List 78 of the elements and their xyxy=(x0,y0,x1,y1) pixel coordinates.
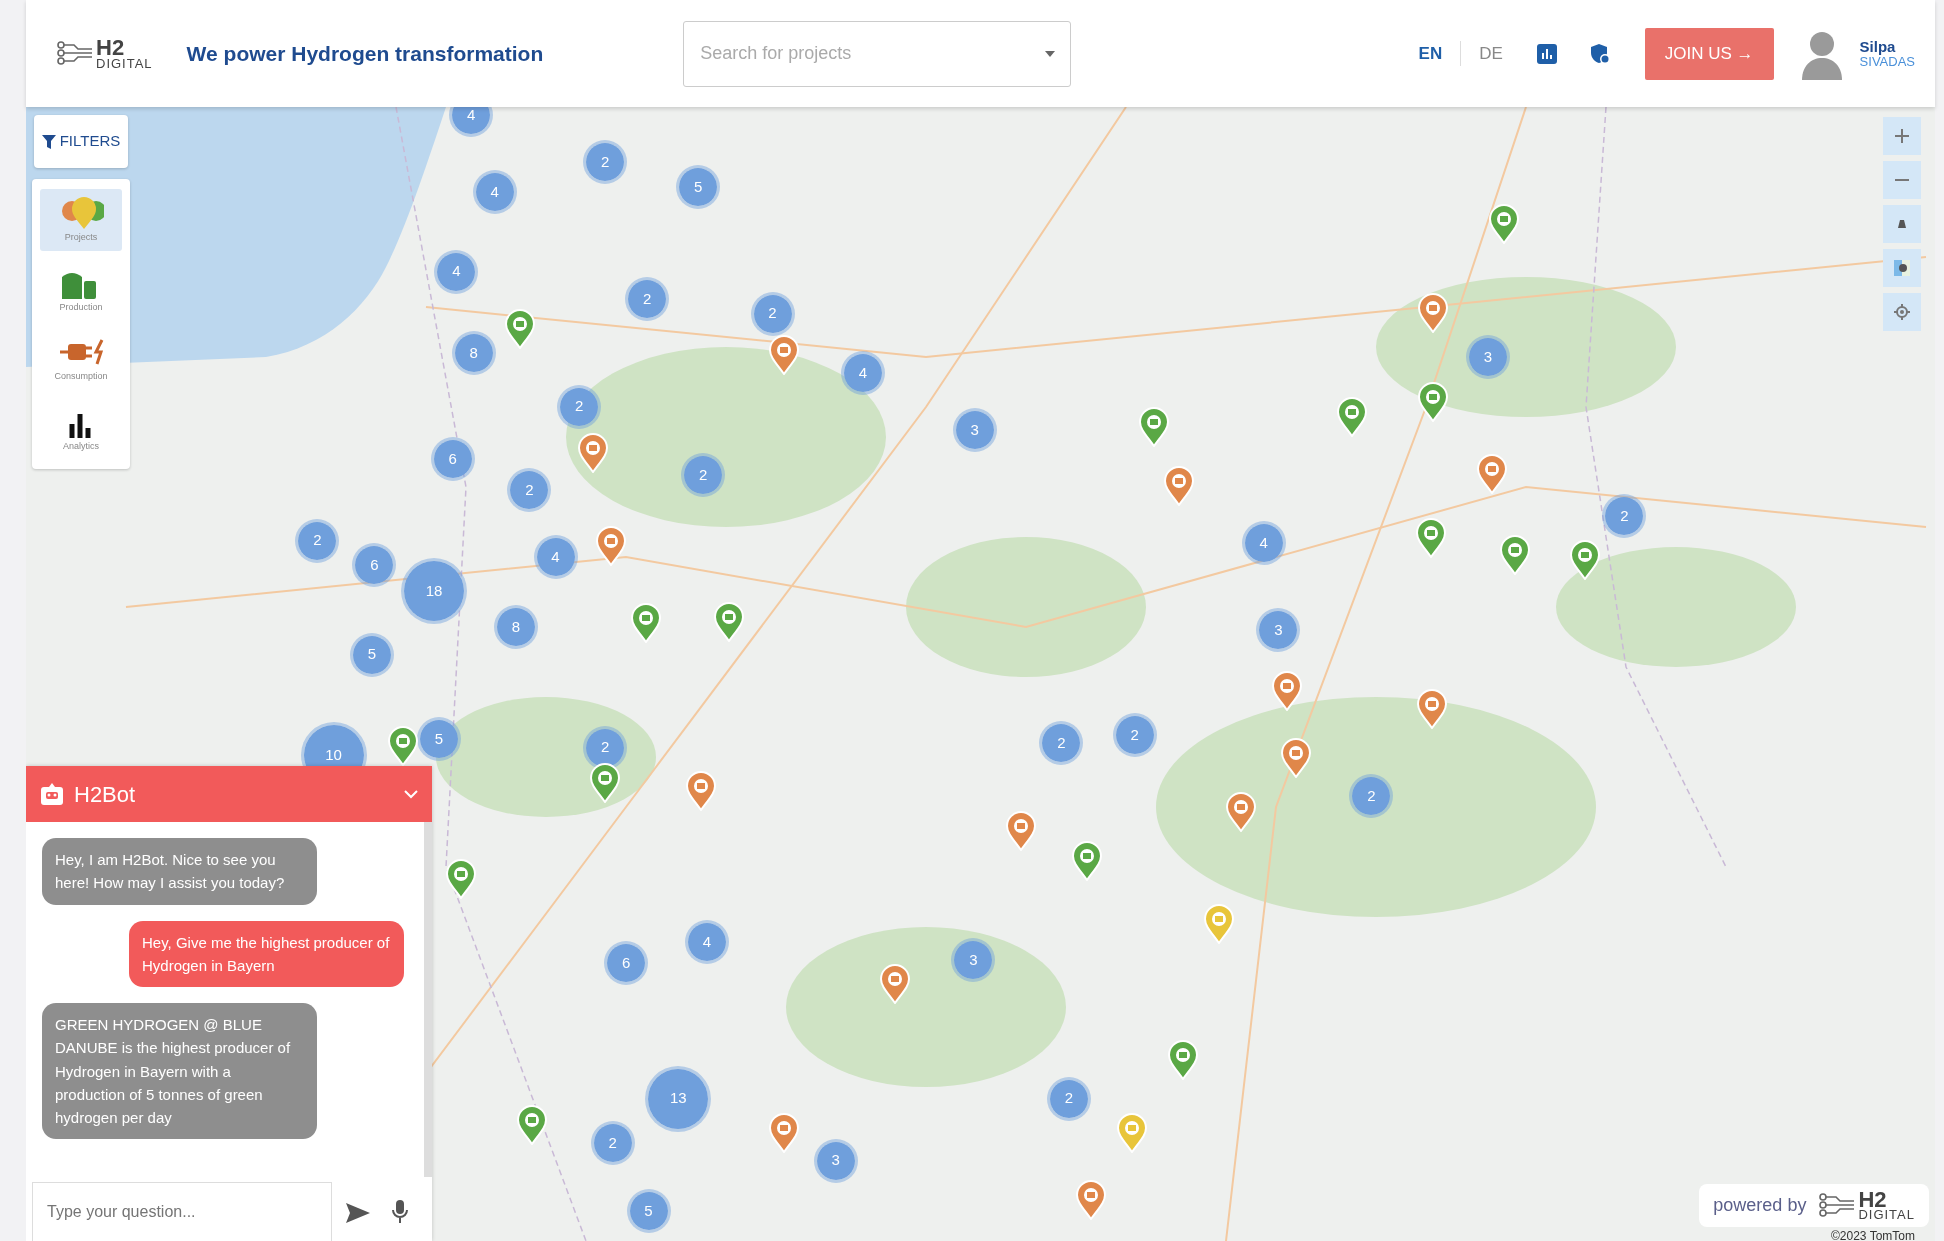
sidebar-item[interactable]: Projects xyxy=(40,189,122,251)
tagline: We power Hydrogen transformation xyxy=(186,40,544,67)
production-pin-icon[interactable] xyxy=(515,1105,548,1146)
hydrogen-pin-icon[interactable] xyxy=(1116,1112,1149,1153)
consumption-pin-icon[interactable] xyxy=(595,526,628,567)
production-pin-icon[interactable] xyxy=(1166,1039,1199,1080)
consumption-pin-icon[interactable] xyxy=(684,770,717,811)
microphone-button[interactable] xyxy=(392,1199,408,1225)
caret-icon xyxy=(1045,50,1056,57)
consumption-pin-icon[interactable] xyxy=(1416,688,1449,729)
production-pin-icon[interactable] xyxy=(445,858,478,899)
consumption-pin-icon[interactable] xyxy=(1075,1179,1108,1220)
map-style-button[interactable] xyxy=(1883,249,1921,287)
consumption-pin-icon[interactable] xyxy=(1271,671,1304,712)
locate-button[interactable] xyxy=(1883,293,1921,331)
production-pin-icon[interactable] xyxy=(1499,534,1532,575)
filters-button[interactable]: FILTERS xyxy=(34,115,128,168)
user-message: Hey, Give me the highest producer of Hydrogen in Bayern xyxy=(129,920,404,987)
production-pin-icon[interactable] xyxy=(1414,517,1447,558)
circuit-icon xyxy=(1818,1191,1855,1220)
production-pin-icon[interactable] xyxy=(713,601,746,642)
powered-by-badge: powered by H2 DIGITAL xyxy=(1699,1183,1929,1227)
logo-text: DIGITAL xyxy=(96,57,153,70)
consumption-pin-icon[interactable] xyxy=(1279,738,1312,779)
minus-icon xyxy=(1894,178,1910,182)
shield-button[interactable] xyxy=(1588,41,1611,66)
production-pin-icon[interactable] xyxy=(1071,841,1104,882)
shield-icon xyxy=(1588,43,1611,66)
microphone-icon xyxy=(392,1200,408,1225)
analytics-button[interactable] xyxy=(1536,41,1557,66)
bar-chart-icon xyxy=(1536,44,1557,65)
language-tab[interactable]: EN xyxy=(1400,40,1462,67)
search-field[interactable]: Search for projects xyxy=(683,20,1072,87)
circuit-icon xyxy=(56,39,92,68)
logo-text: DIGITAL xyxy=(1858,1209,1915,1221)
consumption-pin-icon[interactable] xyxy=(767,1112,800,1153)
sidebar-item[interactable]: Production xyxy=(40,258,122,320)
consumption-pin-icon[interactable] xyxy=(576,433,609,474)
user-first-name: Silpa xyxy=(1859,38,1897,55)
production-pin-icon[interactable] xyxy=(630,603,663,644)
chatbot-title: H2Bot xyxy=(74,780,137,809)
locate-icon xyxy=(1894,304,1910,320)
consumption-pin-icon[interactable] xyxy=(1417,293,1450,334)
production-pin-icon[interactable] xyxy=(1138,407,1171,448)
send-icon xyxy=(346,1202,370,1223)
chevron-down-icon xyxy=(404,790,418,800)
consumption-pin-icon[interactable] xyxy=(767,335,800,376)
funnel-icon xyxy=(41,134,56,149)
question-field[interactable]: Type your question... xyxy=(32,1182,332,1241)
consumption-pin-icon[interactable] xyxy=(879,964,912,1004)
robot-icon xyxy=(40,783,64,805)
send-button[interactable] xyxy=(346,1200,370,1224)
sidebar-item[interactable]: Analytics xyxy=(40,397,122,459)
production-pin-icon[interactable] xyxy=(1417,382,1450,423)
consumption-pin-icon[interactable] xyxy=(1475,454,1508,495)
logo-text: H2 xyxy=(96,37,125,58)
production-pin-icon[interactable] xyxy=(387,725,419,766)
production-pin-icon[interactable] xyxy=(1488,203,1521,244)
language-tab[interactable]: DE xyxy=(1461,40,1521,67)
user-last-name: SIVADAS xyxy=(1859,54,1915,69)
logo-text: H2 xyxy=(1858,1189,1887,1210)
consumption-pin-icon[interactable] xyxy=(1225,791,1258,832)
production-pin-icon[interactable] xyxy=(1568,539,1601,580)
bot-message: Hey, I am H2Bot. Nice to see you here! How may I assist you today? xyxy=(42,838,317,905)
tilt-button[interactable] xyxy=(1883,205,1921,243)
consumption-pin-icon[interactable] xyxy=(1004,811,1037,852)
production-pin-icon[interactable] xyxy=(589,763,622,804)
map-copyright: ©2023 TomTom xyxy=(1831,1228,1915,1241)
bot-message: GREEN HYDROGEN @ BLUE DANUBE is the highest producer of Hydrogen in Bayern with a production of 5 tonnes of green hydrogen per day xyxy=(42,1003,317,1140)
sidebar-item[interactable]: Consumption xyxy=(40,328,122,390)
production-pin-icon[interactable] xyxy=(503,309,536,350)
join-button[interactable]: JOIN US → xyxy=(1644,27,1774,80)
hydrogen-pin-icon[interactable] xyxy=(1202,904,1235,945)
production-pin-icon[interactable] xyxy=(1335,397,1368,438)
plus-icon xyxy=(1894,128,1910,144)
zoom-in-button[interactable] xyxy=(1883,117,1921,155)
map-layers-icon xyxy=(1894,260,1910,276)
consumption-pin-icon[interactable] xyxy=(1163,465,1196,506)
